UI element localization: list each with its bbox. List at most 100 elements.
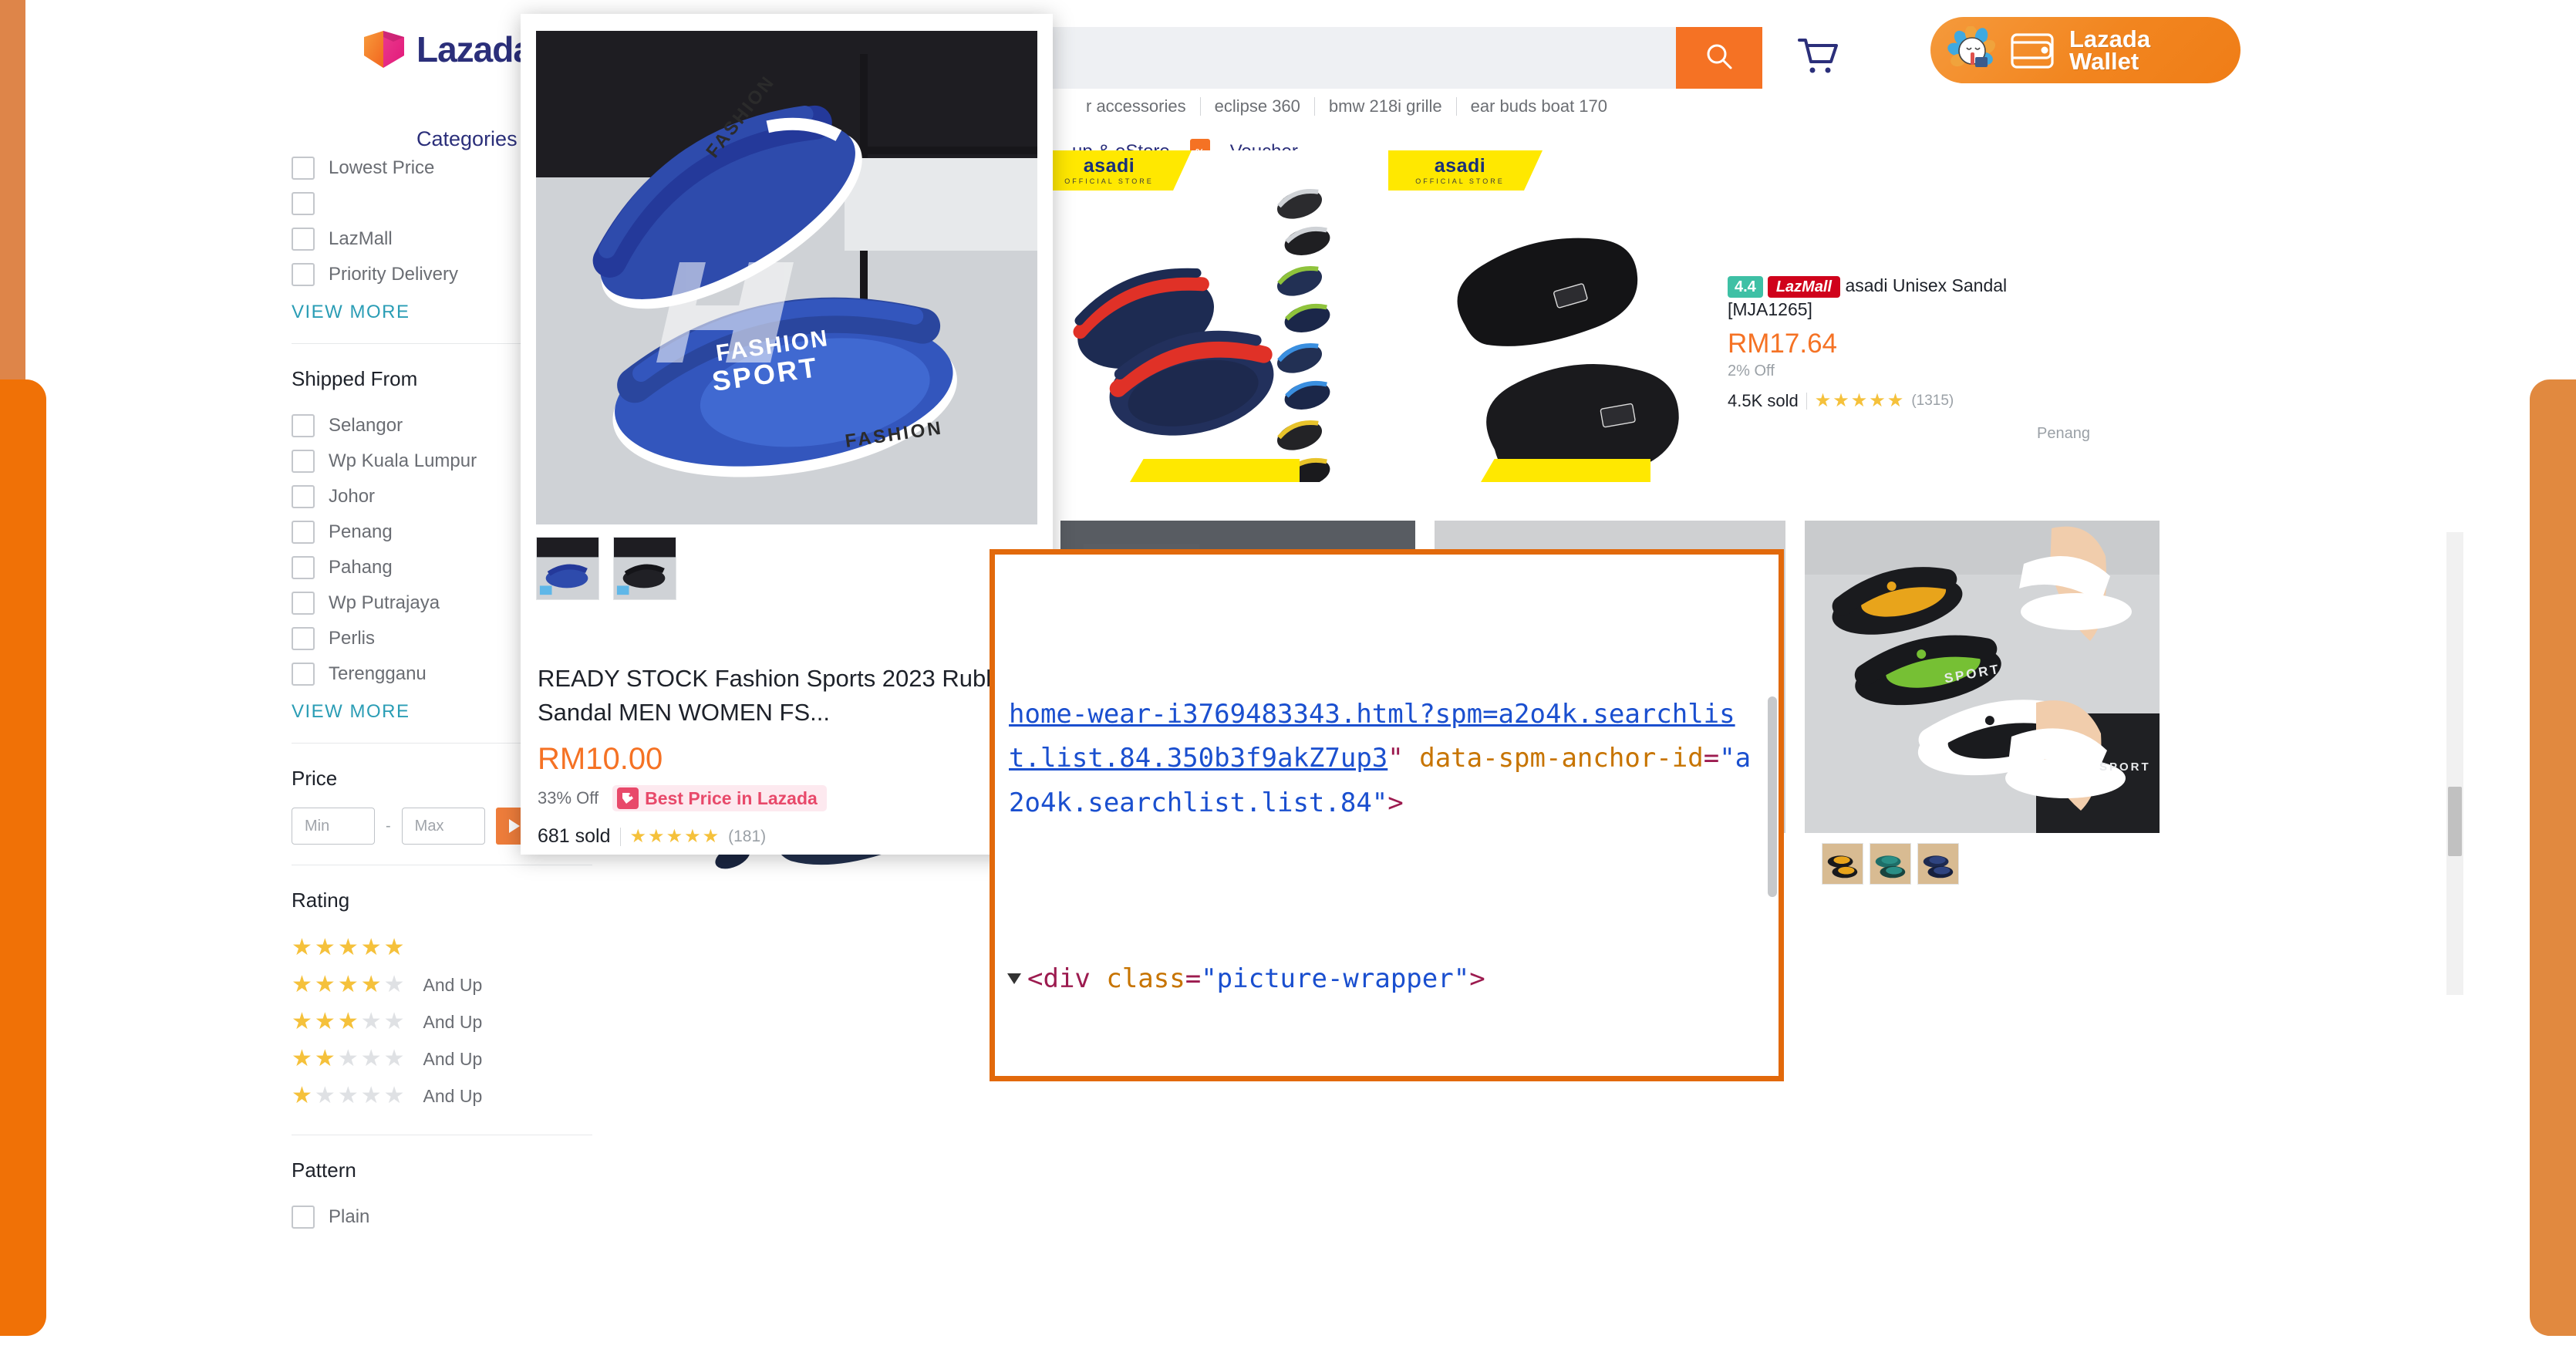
product-location: Penang [2037,425,2090,443]
rating-filter-2[interactable]: ★ ★ ★ ★ ★ And Up [285,1040,671,1077]
checkbox-icon[interactable] [292,450,315,473]
filter-label: Wp Putrajaya [329,592,440,613]
star-icon: ★ [360,972,382,997]
product-review-count: (1315) [1911,393,1954,410]
checkbox-icon[interactable] [292,592,315,615]
hover-thumbnail-1[interactable] [536,537,599,600]
devtools-scrollbar[interactable] [1768,558,1777,1073]
thumbnail[interactable] [1917,843,1959,885]
wallet-label-line2: Wallet [2069,48,2139,75]
divider [619,827,621,846]
filter-label: Priority Delivery [329,264,459,285]
hover-sold-count: 681 sold [538,825,611,847]
filter-label: Penang [329,521,393,542]
hover-thumbnail-2[interactable] [613,537,676,600]
checkbox-icon[interactable] [292,521,315,544]
scrollbar-thumb[interactable] [2448,787,2462,856]
search-button[interactable] [1676,27,1762,89]
product-discount: 2% Off [1728,363,1775,380]
rating-filter-5[interactable]: ★ ★ ★ ★ ★ [285,929,671,966]
lazada-wordmark: Lazada [416,29,533,69]
pattern-plain[interactable]: Plain [285,1199,671,1235]
hover-product-title[interactable]: READY STOCK Fashion Sports 2023 Rubber S… [538,662,1023,730]
scrollbar-thumb[interactable] [1768,696,1777,897]
hover-discount-row: 33% Off Best Price in Lazada [538,785,827,811]
product-card-asadi-unisex-sandal[interactable]: asadi OFFICIAL STORE [1388,150,1728,482]
product-hover-card[interactable]: FASHION FASHION SPORT FASHION [521,14,1053,872]
star-icon: ★ [383,972,405,997]
code-token-punc: > [1387,787,1404,818]
asadi-tag-name: asadi [1083,154,1135,177]
star-icon: ★ [1886,390,1904,412]
star-icon: ★ [292,1083,312,1108]
rating-badge: 4.4 [1728,275,1763,298]
hover-thumbnail-row [536,537,676,600]
product-card-sport-slides[interactable]: SPORT SPORT [1805,521,2160,885]
star-icon: ★ [702,825,720,847]
asadi-official-store-tag: asadi OFFICIAL STORE [1037,150,1192,191]
price-max-input[interactable]: Max [401,808,485,845]
filter-label: Lowest Price [329,157,435,178]
rating-stars: ★ ★ ★ ★ ★ [292,973,405,996]
checkbox-icon[interactable] [292,627,315,650]
checkbox-icon[interactable] [292,1206,315,1229]
star-icon: ★ [383,935,405,960]
svg-text:SPORT: SPORT [2099,760,2151,774]
page-scrollbar[interactable] [2446,532,2463,995]
checkbox-icon[interactable] [292,556,315,579]
page-right-orange-panel [2530,379,2576,1336]
code-token-class: "picture-wrapper" [1201,963,1470,994]
product-image: SPORT SPORT [1805,521,2160,833]
cart-icon [1793,39,1841,83]
product-card-asadi-navy-red[interactable]: asadi OFFICIAL STORE [1037,150,1377,482]
scrollbar-track[interactable] [2446,532,2463,995]
code-line-selected: home-wear-i3769483343.html?spm=a2o4k.sea… [1009,693,1765,825]
star-icon: ★ [292,1046,312,1071]
hover-review-count: (181) [728,827,767,845]
checkbox-icon[interactable] [292,485,315,508]
hover-product-image[interactable]: FASHION FASHION SPORT FASHION [536,31,1037,524]
play-arrow-icon [508,819,520,833]
product-sold-row: 4.5K sold ★ ★ ★ ★ ★ (1315) [1728,391,2090,411]
filter-label: LazMall [329,228,393,249]
thumbnail[interactable] [1870,843,1911,885]
devtools-inspect-tooltip[interactable]: home-wear-i3769483343.html?spm=a2o4k.sea… [990,549,1784,1081]
price-range-separator: - [386,817,391,835]
suggestion-3[interactable]: ear buds boat 170 [1457,96,1621,116]
checkbox-icon[interactable] [292,157,315,180]
chevron-down-icon[interactable] [1007,973,1021,984]
search-input[interactable] [956,27,1762,89]
search-icon [1704,41,1735,76]
suggestion-2[interactable]: bmw 218i grille [1315,96,1456,116]
cart-button[interactable] [1793,32,1841,84]
divider [1806,393,1807,410]
hover-rating-stars: ★ ★ ★ ★ ★ [630,825,720,847]
rating-title: Rating [292,889,350,912]
product-image [1388,150,1728,482]
filter-label: Wp Kuala Lumpur [329,450,477,471]
lazada-wallet-banner[interactable]: Lazada Wallet [1930,17,2241,83]
rating-filter-4[interactable]: ★ ★ ★ ★ ★ And Up [285,966,671,1003]
checkbox-icon[interactable] [292,414,315,437]
star-icon: ★ [292,972,312,997]
suggestion-0[interactable]: r accessories [1072,96,1200,116]
checkbox-icon[interactable] [292,663,315,686]
lazada-logo[interactable]: Lazada [362,29,533,69]
star-icon: ★ [1833,390,1849,412]
checkbox-icon[interactable] [292,192,315,215]
star-icon: ★ [314,1046,335,1071]
asadi-official-store-tag: asadi OFFICIAL STORE [1388,150,1543,191]
price-min-input[interactable]: Min [292,808,375,845]
product-title-block[interactable]: 4.4 LazMall asadi Unisex Sandal [MJA1265] [1728,274,2090,321]
rating-filter-3[interactable]: ★ ★ ★ ★ ★ And Up [285,1003,671,1040]
site-header: Lazada Categories r accessories eclipse … [77,0,2530,165]
checkbox-icon[interactable] [292,228,315,251]
suggestion-1[interactable]: eclipse 360 [1201,96,1314,116]
filter-label: Plain [329,1206,370,1227]
thumbnail[interactable] [1822,843,1863,885]
filter-group-pattern: Pattern Plain [285,1158,671,1235]
rating-filter-1[interactable]: ★ ★ ★ ★ ★ And Up [285,1077,671,1115]
best-price-badge: Best Price in Lazada [612,785,827,811]
code-token-punc: " [1387,743,1420,774]
checkbox-icon[interactable] [292,263,315,286]
